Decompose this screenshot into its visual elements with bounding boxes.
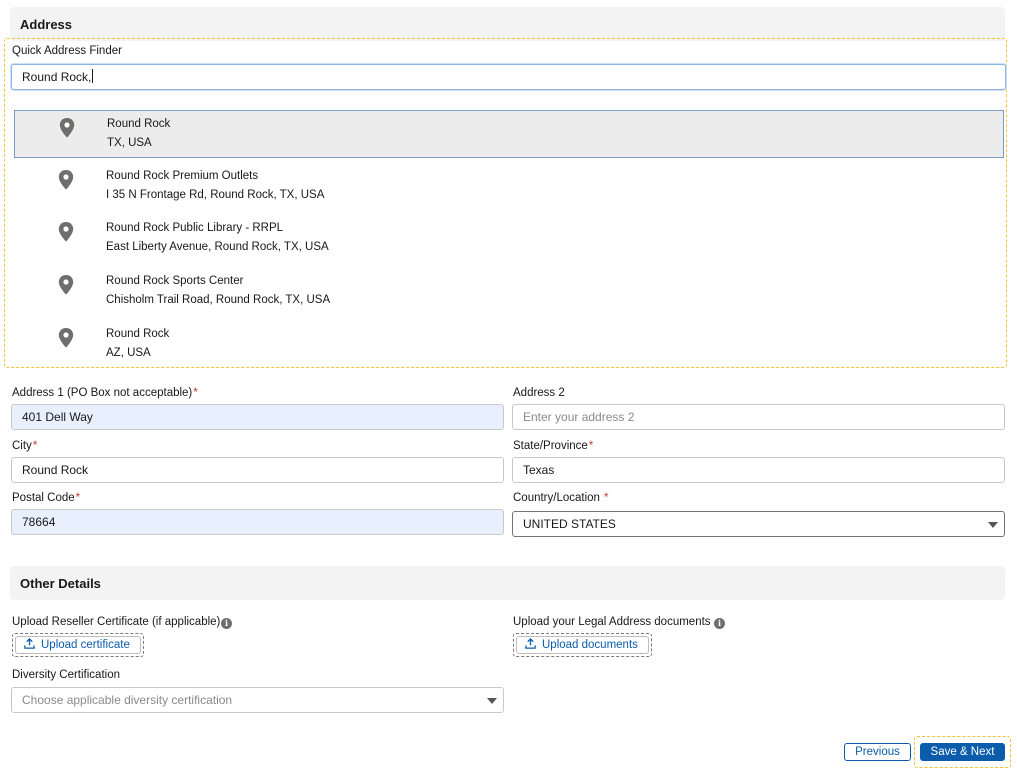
- country-select-value: UNITED STATES: [523, 517, 616, 531]
- suggestion-name: Round Rock: [107, 118, 171, 130]
- suggestion-name: Round Rock: [106, 328, 170, 340]
- diversity-certification-placeholder: Choose applicable diversity certificatio…: [22, 693, 233, 707]
- diversity-certification-select[interactable]: Choose applicable diversity certificatio…: [11, 687, 504, 713]
- address-suggestion[interactable]: Round Rock AZ, USA: [14, 321, 1004, 369]
- country-select[interactable]: UNITED STATES: [512, 511, 1005, 537]
- suggestion-name: Round Rock Premium Outlets: [106, 170, 259, 182]
- postal-code-input[interactable]: 78664: [11, 509, 504, 535]
- city-input[interactable]: Round Rock: [11, 457, 504, 483]
- reseller-certificate-label: Upload Reseller Certificate (if applicab…: [12, 616, 221, 628]
- address2-input[interactable]: Enter your address 2: [512, 404, 1005, 430]
- diversity-certification-label: Diversity Certification: [12, 669, 120, 681]
- save-next-button[interactable]: Save & Next: [920, 743, 1005, 761]
- upload-icon: [24, 638, 35, 649]
- quick-address-finder-label: Quick Address Finder: [12, 45, 122, 57]
- legal-address-documents-label: Upload your Legal Address documents: [513, 616, 711, 628]
- map-pin-icon: [59, 118, 75, 138]
- map-pin-icon: [58, 222, 74, 242]
- chevron-down-icon: [487, 698, 497, 704]
- address-suggestion[interactable]: Round Rock Public Library - RRPL East Li…: [14, 215, 1004, 263]
- suggestion-name: Round Rock Sports Center: [106, 275, 244, 287]
- other-details-title: Other Details: [20, 576, 101, 591]
- address1-input[interactable]: 401 Dell Way: [11, 404, 504, 430]
- address-suggestion[interactable]: Round Rock Premium Outlets I 35 N Fronta…: [14, 163, 1004, 211]
- upload-documents-button[interactable]: Upload documents: [516, 636, 649, 654]
- upload-icon: [525, 638, 536, 649]
- info-icon[interactable]: i: [714, 618, 725, 629]
- map-pin-icon: [58, 170, 74, 190]
- suggestion-detail: TX, USA: [107, 137, 152, 149]
- suggestion-name: Round Rock Public Library - RRPL: [106, 222, 284, 234]
- address2-label: Address 2: [513, 387, 565, 399]
- info-icon[interactable]: i: [221, 618, 232, 629]
- address-section-title: Address: [20, 17, 73, 32]
- address-suggestion[interactable]: Round Rock TX, USA: [14, 110, 1004, 158]
- upload-certificate-button[interactable]: Upload certificate: [15, 636, 141, 654]
- upload-documents-focus-ring: Upload documents: [513, 633, 652, 657]
- state-input[interactable]: Texas: [512, 457, 1005, 483]
- upload-certificate-focus-ring: Upload certificate: [12, 633, 144, 657]
- suggestion-detail: AZ, USA: [106, 347, 151, 359]
- country-label: Country/Location *: [513, 492, 609, 504]
- map-pin-icon: [58, 275, 74, 295]
- suggestion-detail: Chisholm Trail Road, Round Rock, TX, USA: [106, 294, 331, 306]
- quick-address-finder-input[interactable]: Round Rock,: [11, 64, 1006, 90]
- chevron-down-icon: [988, 522, 998, 528]
- city-label: City*: [12, 440, 38, 452]
- address1-label: Address 1 (PO Box not acceptable)*: [12, 387, 198, 399]
- previous-button[interactable]: Previous: [844, 743, 911, 761]
- address-section-header: Address: [10, 7, 1005, 41]
- address-suggestion[interactable]: Round Rock Sports Center Chisholm Trail …: [14, 268, 1004, 316]
- state-label: State/Province*: [513, 440, 594, 452]
- postal-code-label: Postal Code*: [12, 492, 81, 504]
- suggestion-detail: East Liberty Avenue, Round Rock, TX, USA: [106, 241, 329, 253]
- other-details-section-header: Other Details: [10, 566, 1005, 600]
- suggestion-detail: I 35 N Frontage Rd, Round Rock, TX, USA: [106, 189, 325, 201]
- map-pin-icon: [58, 328, 74, 348]
